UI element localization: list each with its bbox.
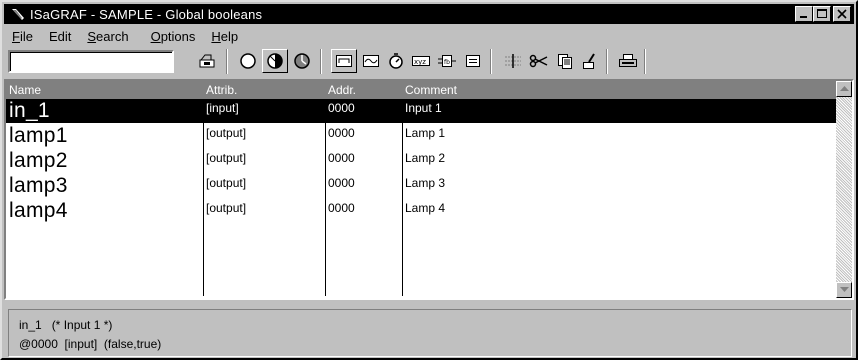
menu-file[interactable]: File xyxy=(4,29,41,44)
open-folder-icon xyxy=(199,54,215,68)
status-line-1: in_1 (* Input 1 *) xyxy=(19,318,113,332)
insert-line-button[interactable] xyxy=(500,49,526,73)
table-row[interactable]: in_1 [input] 0000 Input 1 xyxy=(6,99,836,123)
copy-button[interactable] xyxy=(552,49,578,73)
menu-edit[interactable]: Edit xyxy=(41,29,79,44)
function-block-icon: fb xyxy=(438,55,456,67)
open-button[interactable] xyxy=(194,49,220,73)
cell-name: lamp1 xyxy=(9,124,68,147)
equals-button[interactable] xyxy=(460,49,486,73)
variable-icon xyxy=(336,55,352,67)
vertical-scrollbar[interactable] xyxy=(836,81,852,298)
table-row[interactable]: lamp2 [output] 0000 Lamp 2 xyxy=(6,149,836,173)
cell-comment: Input 1 xyxy=(405,101,442,115)
timer-icon xyxy=(389,53,403,69)
cell-addr: 0000 xyxy=(328,176,355,190)
scroll-down-button[interactable] xyxy=(836,282,852,298)
cell-comment: Lamp 1 xyxy=(405,126,446,140)
print-icon xyxy=(619,54,637,67)
col-header-name[interactable]: Name xyxy=(9,83,41,97)
wave-button[interactable] xyxy=(358,49,384,73)
svg-text:xyz: xyz xyxy=(414,58,426,66)
insert-line-icon xyxy=(505,54,521,68)
toolbar: xyz fb xyxy=(4,47,854,77)
menu-help[interactable]: Help xyxy=(203,29,246,44)
cell-comment: Lamp 3 xyxy=(405,176,446,190)
maximize-icon xyxy=(817,9,827,18)
circle-quarter-icon xyxy=(294,53,310,69)
wave-icon xyxy=(363,55,379,67)
scroll-up-button[interactable] xyxy=(836,81,852,97)
col-header-comment[interactable]: Comment xyxy=(405,83,457,97)
copy-icon xyxy=(558,54,572,69)
cell-addr: 0000 xyxy=(328,126,355,140)
xyz-button[interactable]: xyz xyxy=(408,49,434,73)
list-header: Name Attrib. Addr. Comment xyxy=(6,81,836,99)
svg-text:fb: fb xyxy=(444,59,450,66)
edit-brush-icon xyxy=(583,53,595,69)
edit-button[interactable] xyxy=(576,49,602,73)
xyz-icon: xyz xyxy=(412,56,430,66)
table-row[interactable]: lamp4 [output] 0000 Lamp 4 xyxy=(6,199,836,223)
cell-comment: Lamp 2 xyxy=(405,151,446,165)
cell-name: lamp4 xyxy=(9,199,68,222)
col-header-attrib[interactable]: Attrib. xyxy=(206,83,237,97)
minimize-button[interactable] xyxy=(795,6,813,22)
maximize-button[interactable] xyxy=(813,6,831,22)
equals-icon xyxy=(466,55,480,67)
cell-attrib: [output] xyxy=(206,151,247,165)
menu-options[interactable]: Options xyxy=(143,29,204,44)
cell-comment: Lamp 4 xyxy=(405,201,446,215)
cut-icon xyxy=(529,54,548,68)
app-window: ISaGRAF - SAMPLE - Global booleans File … xyxy=(0,0,858,360)
print-button[interactable] xyxy=(615,49,641,73)
cell-addr: 0000 xyxy=(328,201,355,215)
isagraf-logo-icon xyxy=(12,9,24,20)
minimize-icon xyxy=(800,16,807,18)
table-row[interactable]: lamp1 [output] 0000 Lamp 1 xyxy=(6,124,836,148)
cell-name: lamp2 xyxy=(9,149,68,172)
view-quarter-button[interactable] xyxy=(289,49,315,73)
view-half-button[interactable] xyxy=(262,49,288,73)
status-panel: in_1 (* Input 1 *) @0000 [input] (false,… xyxy=(8,309,852,357)
variables-list[interactable]: Name Attrib. Addr. Comment in_1 [input] 00… xyxy=(4,79,854,300)
cell-name: lamp3 xyxy=(9,174,68,197)
menu-search[interactable]: Search xyxy=(79,29,136,44)
menu-bar: File Edit Search Options Help xyxy=(4,26,854,46)
function-block-button[interactable]: fb xyxy=(434,49,460,73)
cell-addr: 0000 xyxy=(328,101,355,115)
arrow-down-icon xyxy=(840,287,849,292)
status-line-2: @0000 [input] (false,true) xyxy=(19,337,162,351)
title-bar[interactable]: ISaGRAF - SAMPLE - Global booleans xyxy=(4,4,854,24)
cell-addr: 0000 xyxy=(328,151,355,165)
cut-button[interactable] xyxy=(526,49,552,73)
filter-input[interactable] xyxy=(8,50,174,73)
circle-empty-icon xyxy=(240,53,256,69)
cell-attrib: [output] xyxy=(206,126,247,140)
col-header-addr[interactable]: Addr. xyxy=(328,83,356,97)
window-title: ISaGRAF - SAMPLE - Global booleans xyxy=(30,6,263,22)
arrow-up-icon xyxy=(840,86,849,91)
variable-button[interactable] xyxy=(331,49,357,73)
cell-name: in_1 xyxy=(9,99,50,122)
close-icon xyxy=(837,9,847,19)
close-button[interactable] xyxy=(833,6,851,22)
cell-attrib: [output] xyxy=(206,201,247,215)
cell-attrib: [input] xyxy=(206,101,239,115)
view-empty-button[interactable] xyxy=(235,49,261,73)
timer-button[interactable] xyxy=(383,49,409,73)
table-row[interactable]: lamp3 [output] 0000 Lamp 3 xyxy=(6,174,836,198)
cell-attrib: [output] xyxy=(206,176,247,190)
circle-half-icon xyxy=(267,53,283,69)
